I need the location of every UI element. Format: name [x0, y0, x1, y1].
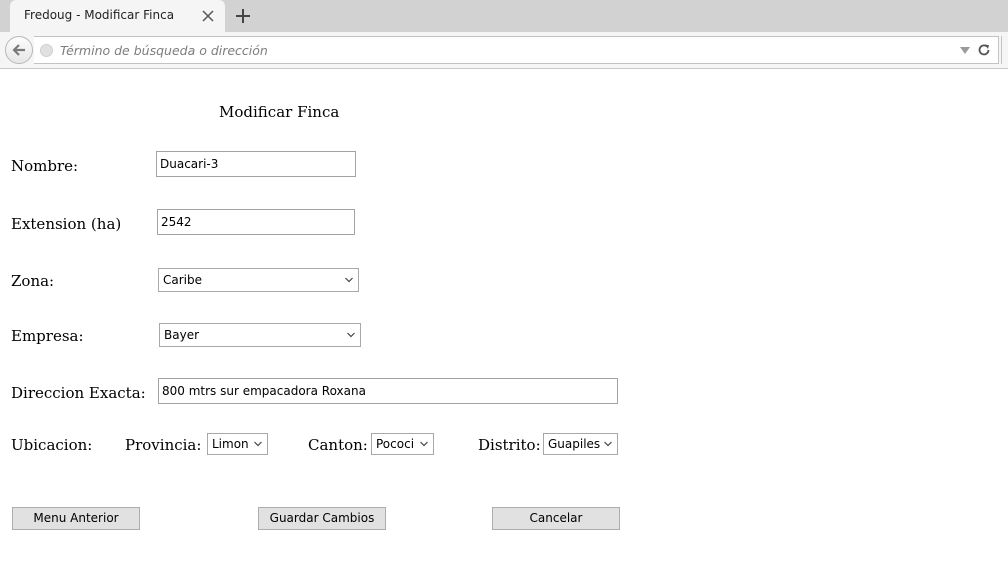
extension-label: Extension (ha)	[11, 215, 122, 233]
chevron-down-icon	[604, 441, 612, 447]
back-button[interactable]	[5, 36, 33, 64]
cancelar-button[interactable]: Cancelar	[492, 507, 620, 530]
plus-icon[interactable]	[234, 7, 252, 25]
provincia-select[interactable]: Limon	[207, 433, 268, 455]
canton-select[interactable]: Pococi	[371, 433, 434, 455]
close-icon[interactable]	[200, 8, 216, 24]
chevron-down-icon	[345, 277, 353, 283]
page-title: Modificar Finca	[219, 103, 340, 121]
direccion-field[interactable]: 800 mtrs sur empacadora Roxana	[158, 378, 618, 404]
browser-tab-bar: Fredoug - Modificar Finca	[0, 0, 1008, 32]
empresa-selected: Bayer	[164, 328, 200, 342]
empresa-label: Empresa:	[11, 327, 84, 345]
distrito-selected: Guapiles	[548, 437, 601, 451]
page-content: Modificar Finca Nombre: Duacari-3 Extens…	[0, 69, 1008, 570]
chevron-down-icon	[254, 441, 262, 447]
extension-field[interactable]: 2542	[157, 209, 355, 235]
zona-label: Zona:	[11, 272, 55, 290]
back-arrow-icon	[12, 44, 25, 56]
nombre-field[interactable]: Duacari-3	[156, 151, 356, 177]
chevron-down-icon	[420, 441, 428, 447]
url-placeholder: Término de búsqueda o dirección	[60, 43, 268, 58]
globe-icon	[40, 44, 53, 57]
menu-anterior-button[interactable]: Menu Anterior	[12, 507, 140, 530]
ubicacion-label: Ubicacion:	[11, 436, 93, 454]
distrito-select[interactable]: Guapiles	[543, 433, 618, 455]
url-bar[interactable]: Término de búsqueda o dirección	[34, 36, 999, 64]
zona-selected: Caribe	[163, 273, 202, 287]
nombre-label: Nombre:	[11, 157, 79, 175]
toolbar-edge	[1001, 36, 1008, 64]
browser-tab[interactable]: Fredoug - Modificar Finca	[10, 0, 225, 32]
direccion-label: Direccion Exacta:	[11, 384, 146, 402]
canton-label: Canton:	[308, 436, 368, 454]
distrito-label: Distrito:	[478, 436, 541, 454]
empresa-select[interactable]: Bayer	[159, 323, 361, 347]
canton-selected: Pococi	[376, 437, 415, 451]
zona-select[interactable]: Caribe	[158, 268, 359, 292]
guardar-cambios-button[interactable]: Guardar Cambios	[258, 507, 386, 530]
browser-nav-bar: Término de búsqueda o dirección	[0, 32, 1008, 69]
reload-icon[interactable]	[977, 43, 991, 57]
chevron-down-icon	[347, 332, 355, 338]
dropdown-icon[interactable]	[960, 47, 970, 54]
tab-title: Fredoug - Modificar Finca	[24, 8, 175, 22]
provincia-selected: Limon	[212, 437, 249, 451]
provincia-label: Provincia:	[125, 436, 202, 454]
